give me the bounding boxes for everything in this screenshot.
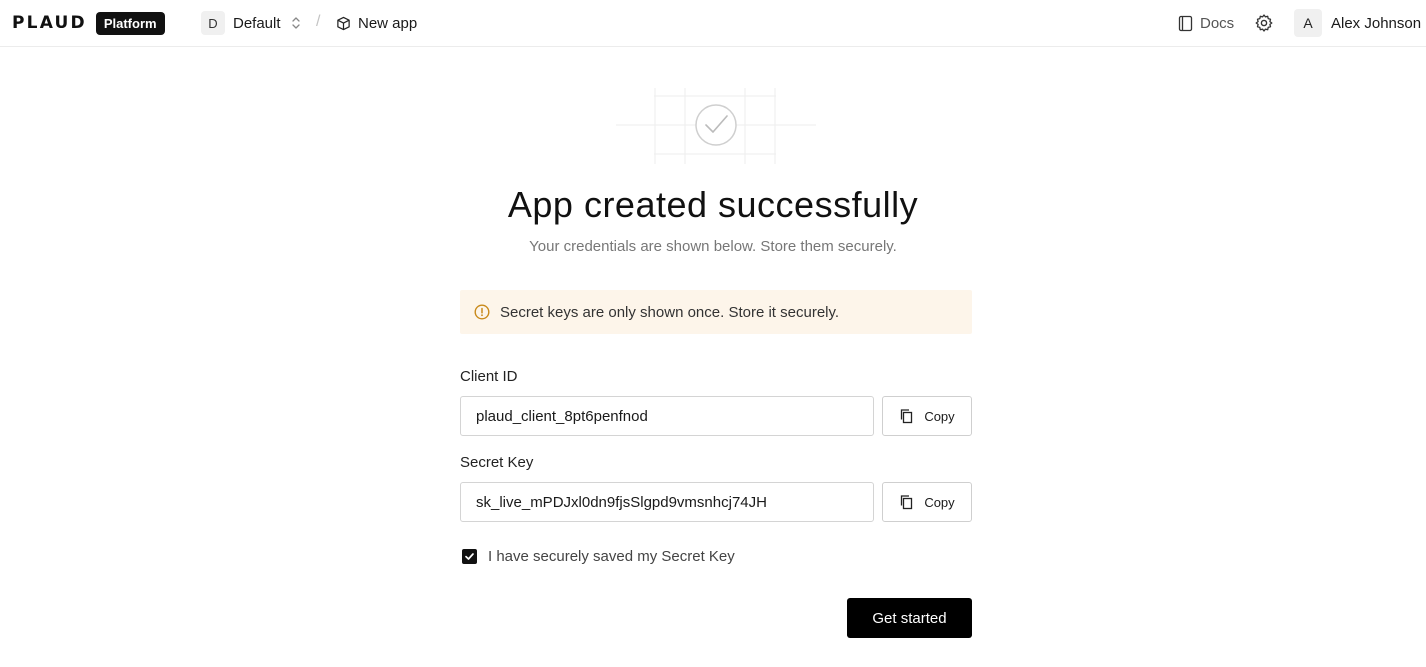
- settings-button[interactable]: [1254, 13, 1274, 33]
- copy-secret-key-button[interactable]: Copy: [882, 482, 972, 522]
- page-title: App created successfully: [507, 184, 919, 225]
- docs-link[interactable]: Docs: [1177, 11, 1234, 35]
- user-menu[interactable]: A Alex Johnson: [1294, 9, 1421, 37]
- docs-label: Docs: [1200, 14, 1235, 32]
- checkbox-label: I have securely saved my Secret Key: [488, 547, 735, 565]
- page-subtitle: Your credentials are shown below. Store …: [529, 238, 897, 255]
- cube-icon: [336, 16, 351, 31]
- breadcrumb-app-label: New app: [358, 14, 418, 32]
- copy-icon: [899, 494, 914, 510]
- checkbox[interactable]: [462, 548, 477, 564]
- client-id-field[interactable]: [460, 396, 874, 436]
- get-started-button[interactable]: Get started: [847, 598, 972, 638]
- brand[interactable]: PLAUD Platform: [12, 11, 165, 35]
- copy-client-id-button[interactable]: Copy: [882, 396, 972, 436]
- user-name: Alex Johnson: [1331, 14, 1422, 32]
- secret-key-field[interactable]: [460, 482, 874, 522]
- top-bar: PLAUD Platform D Default / New app Docs …: [0, 0, 1426, 47]
- book-icon: [1177, 15, 1194, 32]
- client-id-label: Client ID: [460, 368, 518, 385]
- avatar: A: [1294, 9, 1322, 37]
- selector-chevrons-icon: [290, 15, 302, 31]
- saved-confirmation-checkbox[interactable]: I have securely saved my Secret Key: [462, 546, 735, 566]
- copy-icon: [899, 408, 914, 424]
- check-icon: [465, 552, 474, 560]
- warning-banner: Secret keys are only shown once. Store i…: [460, 290, 972, 334]
- copy-label: Copy: [924, 408, 955, 424]
- platform-badge: Platform: [95, 11, 165, 35]
- secret-key-label: Secret Key: [460, 454, 534, 471]
- breadcrumb-app[interactable]: New app: [336, 11, 417, 35]
- workspace-name: Default: [233, 14, 281, 32]
- warning-text: Secret keys are only shown once. Store i…: [500, 303, 840, 321]
- workspace-switcher[interactable]: D Default: [201, 11, 302, 35]
- gear-icon: [1255, 14, 1273, 32]
- success-check-icon: [616, 88, 816, 164]
- breadcrumb-separator: /: [316, 13, 321, 30]
- workspace-avatar: D: [201, 11, 225, 35]
- copy-label: Copy: [924, 494, 955, 510]
- logo: PLAUD: [12, 13, 87, 33]
- alert-circle-icon: [474, 304, 490, 320]
